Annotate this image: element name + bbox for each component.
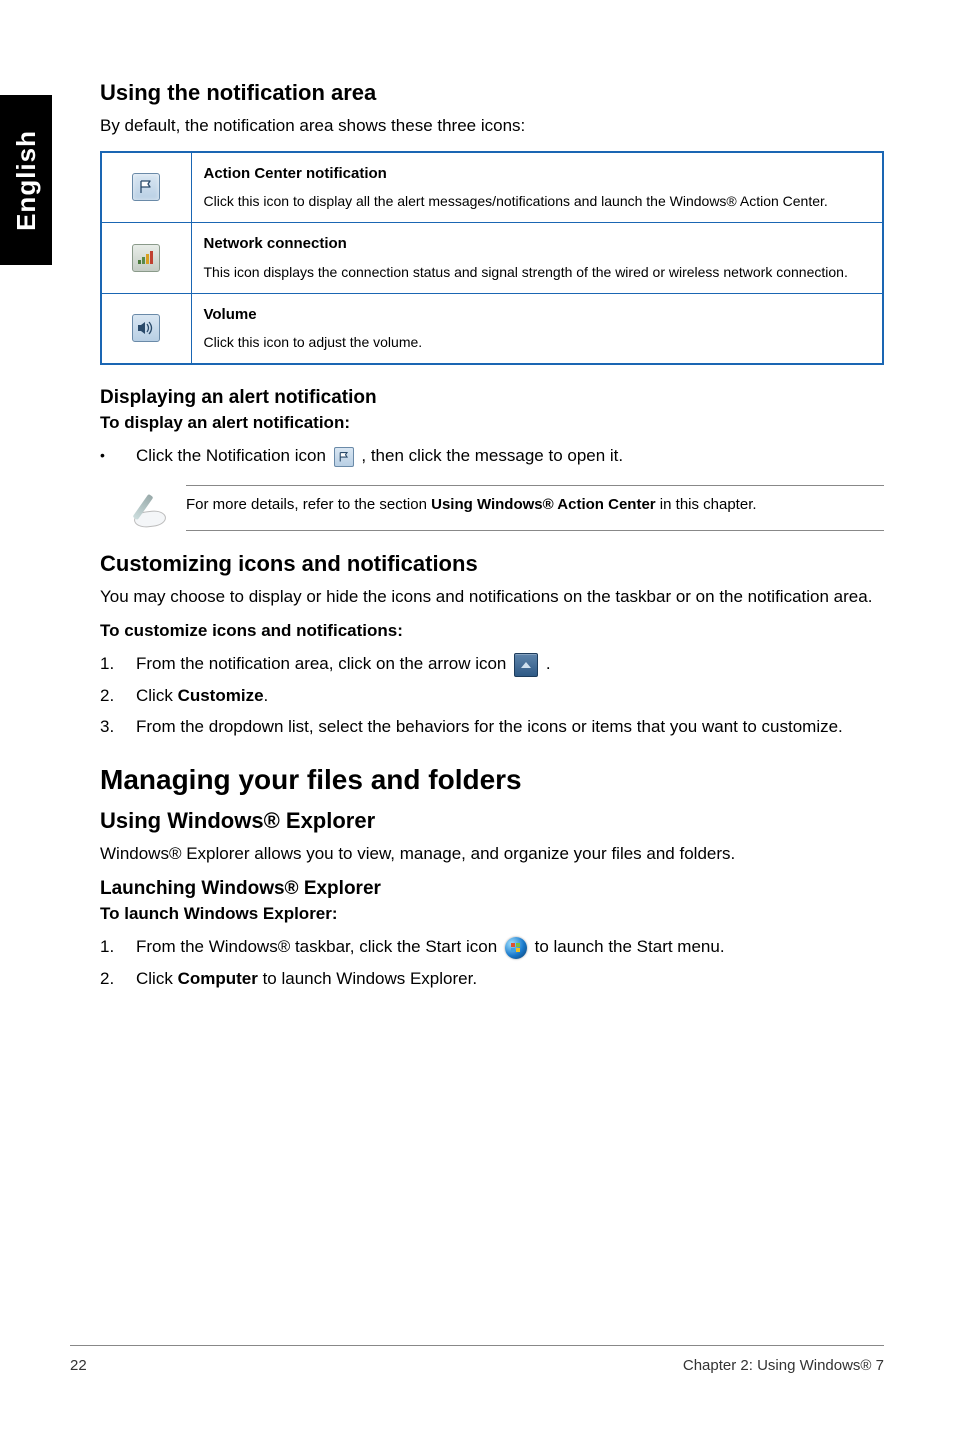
step-1-customize: 1. From the notification area, click on … (100, 651, 884, 677)
cell-text-action-center: Action Center notification Click this ic… (191, 152, 883, 223)
heading-managing-files: Managing your files and folders (100, 764, 884, 796)
heading-notification-area: Using the notification area (100, 80, 884, 106)
row-body-volume: Click this icon to adjust the volume. (204, 334, 423, 350)
heading-customizing: Customizing icons and notifications (100, 551, 884, 577)
note-pencil-icon (130, 485, 186, 531)
volume-icon (132, 314, 160, 342)
row-body-action-center: Click this icon to display all the alert… (204, 193, 828, 209)
row-title-network: Network connection (204, 233, 871, 256)
page-number: 22 (70, 1357, 87, 1374)
arrow-icon (514, 653, 538, 677)
paragraph-using-explorer: Windows® Explorer allows you to view, ma… (100, 842, 884, 867)
step-1-text: From the notification area, click on the… (136, 651, 551, 677)
page-footer: 22 Chapter 2: Using Windows® 7 (70, 1351, 884, 1374)
launch-step-2-text: Click Computer to launch Windows Explore… (136, 966, 477, 992)
heading-display-alert: Displaying an alert notification (100, 387, 884, 409)
step-3-customize: 3. From the dropdown list, select the be… (100, 714, 884, 740)
subhead-customize: To customize icons and notifications: (100, 621, 884, 641)
step-3-text: From the dropdown list, select the behav… (136, 714, 843, 740)
paragraph-customizing: You may choose to display or hide the ic… (100, 585, 884, 610)
subhead-display-alert: To display an alert notification: (100, 413, 884, 433)
step-num-3: 3. (100, 714, 136, 740)
subhead-launch-explorer: To launch Windows Explorer: (100, 904, 884, 924)
cell-icon-action-center (101, 152, 191, 223)
network-icon (132, 244, 160, 272)
launch-step-2: 2. Click Computer to launch Windows Expl… (100, 966, 884, 992)
language-label: English (11, 130, 42, 231)
bullet-text: Click the Notification icon , then click… (136, 443, 623, 469)
chapter-label: Chapter 2: Using Windows® 7 (683, 1357, 884, 1374)
step-num-1: 1. (100, 651, 136, 677)
launch-num-1: 1. (100, 934, 136, 960)
notification-icons-table: Action Center notification Click this ic… (100, 151, 884, 366)
launch-num-2: 2. (100, 966, 136, 992)
notification-icon-inline (334, 447, 354, 467)
bullet-mark: • (100, 445, 136, 466)
cell-text-network: Network connection This icon displays th… (191, 223, 883, 294)
language-tab: English (0, 95, 52, 265)
cell-icon-network (101, 223, 191, 294)
step-num-2: 2. (100, 683, 136, 709)
heading-using-explorer: Using Windows® Explorer (100, 808, 884, 834)
cell-icon-volume (101, 293, 191, 364)
start-icon (505, 937, 527, 959)
note-box: For more details, refer to the section U… (130, 485, 884, 531)
footer-divider (70, 1345, 884, 1346)
heading-launch-explorer: Launching Windows® Explorer (100, 878, 884, 900)
row-title-volume: Volume (204, 304, 871, 327)
launch-step-1: 1. From the Windows® taskbar, click the … (100, 934, 884, 960)
launch-step-1-text: From the Windows® taskbar, click the Sta… (136, 934, 725, 960)
bullet-click-notification: • Click the Notification icon , then cli… (100, 443, 884, 469)
note-body: For more details, refer to the section U… (186, 485, 884, 531)
action-center-icon (132, 173, 160, 201)
step-2-text: Click Customize. (136, 683, 268, 709)
row-title-action-center: Action Center notification (204, 163, 871, 186)
step-2-customize: 2. Click Customize. (100, 683, 884, 709)
cell-text-volume: Volume Click this icon to adjust the vol… (191, 293, 883, 364)
paragraph-notification-intro: By default, the notification area shows … (100, 114, 884, 139)
row-body-network: This icon displays the connection status… (204, 264, 848, 280)
